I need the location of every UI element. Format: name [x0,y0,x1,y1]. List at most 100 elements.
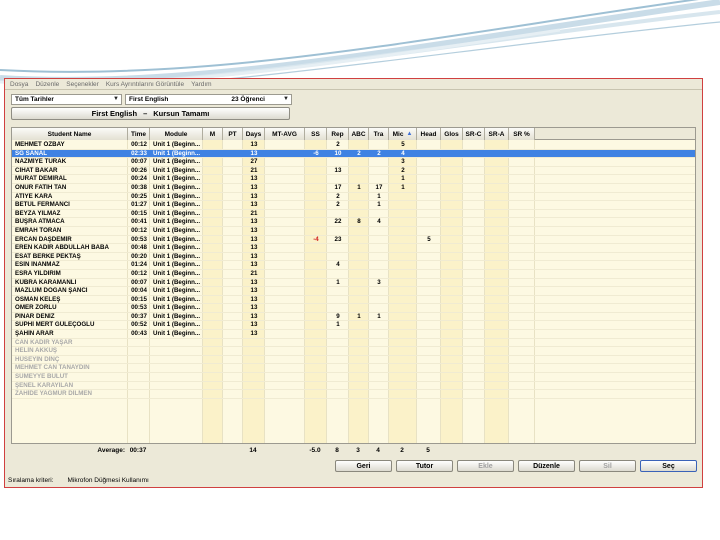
column-header-label: MT-AVG [272,130,297,138]
cell-name: SG SANAL [15,149,47,157]
table-row[interactable]: MURAT DEMİRAL 00:24 Unit 1 (Beginn... 13 1 [12,175,695,184]
chevron-down-icon[interactable]: ▼ [113,96,119,102]
column-header-time[interactable]: Time [128,128,150,140]
button-0[interactable]: Geri [335,460,392,472]
column-header-mic[interactable]: Mic ▲ [389,128,417,140]
column-header-label: Glos [444,130,459,138]
column-header-srp[interactable]: SR % [509,128,535,140]
cell-rep: 10 [334,149,342,157]
column-header-sra[interactable]: SR-A [485,128,509,140]
column-header-label: Tra [373,130,384,138]
cell-time: 00:07 [131,278,147,286]
table-row[interactable]: ZAHİDE YAĞMUR DİLMEN [12,390,695,399]
table-row[interactable]: KÜBRA KARAMANLI 00:07 Unit 1 (Beginn... 13 1… [12,279,695,288]
course-value: First English [129,96,169,103]
menu-item-0[interactable]: Dosya [10,81,28,88]
cell-days: 13 [250,295,258,303]
cell-tra: 4 [377,218,381,226]
cell-rep: 2 [336,192,340,200]
table-row[interactable]: BÜŞRA ATMACA 00:41 Unit 1 (Beginn... 13 22 8 4 [12,218,695,227]
button-2[interactable]: Ekle [457,460,514,472]
cell-module: Unit 1 (Beginn... [153,244,201,252]
table-row[interactable]: BETÜL FERMANCI 01:27 Unit 1 (Beginn... 13 2 1 [12,201,695,210]
date-filter-select[interactable]: Tüm Tarihler ▼ [11,94,122,105]
table-row[interactable]: ERCAN DAŞDEMİR 00:53 Unit 1 (Beginn... 13 -4… [12,236,695,245]
menu-item-2[interactable]: Seçenekler [66,81,99,88]
cell-name: MEHMET ÖZBAY [15,141,65,148]
button-5[interactable]: Seç [640,460,697,472]
sort-ascending-icon: ▲ [406,131,413,137]
cell-name: CAN KADİR YAŞAR [15,338,73,346]
table-row[interactable]: ÖMER ZORLU 00:53 Unit 1 (Beginn... 13 [12,304,695,313]
table-row[interactable]: CİHAT BAKAR 00:26 Unit 1 (Beginn... 21 13 2 [12,167,695,176]
column-header-tra[interactable]: Tra [369,128,389,140]
table-row[interactable]: MEHMET ÖZBAY 00:12 Unit 1 (Beginn... 13 2 5 [12,141,695,150]
column-header-ss[interactable]: SS [305,128,327,140]
button-label: Düzenle [533,462,560,470]
cell-days: 21 [250,166,258,174]
table-row[interactable]: NAZMİYE TURAK 00:07 Unit 1 (Beginn... 27 3 [12,158,695,167]
table-row[interactable]: HÜSEYİN DİNÇ [12,356,695,365]
table-row[interactable]: ESİN İNANMAZ 01:24 Unit 1 (Beginn... 13 4 [12,261,695,270]
cell-rep: 2 [336,201,340,209]
table-row[interactable]: OSMAN KELEŞ 00:15 Unit 1 (Beginn... 13 [12,296,695,305]
table-row[interactable]: HELİN AKKUŞ [12,347,695,356]
cell-name: MAZLUM DOĞAN ŞANCI [15,287,88,295]
decorative-wave-header [0,0,720,89]
table-row[interactable]: CAN KADİR YAŞAR [12,339,695,348]
table-row[interactable]: SUPHİ MERT GÜLEÇOĞLU 00:52 Unit 1 (Beginn.… [12,321,695,331]
table-row[interactable]: SG SANAL 02:33 Unit 1 (Beginn... 13 -6 10 2 2 4 [12,149,695,159]
button-4[interactable]: Sil [579,460,636,472]
column-header-head[interactable]: Head [417,128,441,140]
column-header-glos[interactable]: Glos [441,128,463,140]
cell-days: 13 [250,175,258,183]
menu-item-1[interactable]: Düzenle [35,81,59,88]
table-row[interactable]: BEYZA YILMAZ 00:15 Unit 1 (Beginn... 21 [12,210,695,219]
table-row[interactable]: ESAT BERKE PEKTAŞ 00:20 Unit 1 (Beginn... 1… [12,253,695,262]
column-header-rep[interactable]: Rep [327,128,349,140]
column-header-label: SS [311,130,320,138]
button-1[interactable]: Tutor [396,460,453,472]
column-header-label: SR-C [465,130,482,138]
course-select[interactable]: First English 23 Öğrenci ▼ [125,94,292,105]
column-header-src[interactable]: SR-C [463,128,485,140]
column-header-label: PT [228,130,237,138]
chevron-down-icon[interactable]: ▼ [283,96,289,102]
cell-mic: 1 [401,175,405,183]
table-row[interactable]: ŞENEL KARAYILAN [12,382,695,391]
table-row[interactable]: MEHMET CAN TANAYDIN [12,364,695,374]
table-row[interactable]: ONUR FATİH TAN 00:38 Unit 1 (Beginn... 13 17… [12,184,695,193]
column-header-abc[interactable]: ABC [349,128,369,140]
cell-name: KÜBRA KARAMANLI [15,278,77,286]
table-row[interactable]: ŞAHİN ARAR 00:43 Unit 1 (Beginn... 13 [12,330,695,339]
column-header-m[interactable]: M [203,128,223,140]
cell-days: 13 [250,149,258,157]
column-header-module[interactable]: Module [150,128,203,140]
menu-item-4[interactable]: Yardım [191,81,211,88]
cell-days: 13 [250,226,258,234]
menu-item-3[interactable]: Kurs Ayrıntılarını Görüntüle [106,81,184,88]
cell-time: 01:24 [131,261,147,269]
cell-module: Unit 1 (Beginn... [153,226,201,234]
cell-module: Unit 1 (Beginn... [153,141,201,148]
column-header-pt[interactable]: PT [223,128,243,140]
table-row[interactable]: SÜMEYYE BULUT [12,373,695,382]
table-row[interactable]: EMRAH TORAN 00:12 Unit 1 (Beginn... 13 [12,227,695,236]
table-row[interactable]: ESRA YILDIRIM 00:12 Unit 1 (Beginn... 21 [12,270,695,279]
student-results-table[interactable]: Student Name Time Module M PT Days MT-AVG SS Rep… [11,127,696,444]
cell-days: 13 [250,304,258,312]
cell-name: MURAT DEMİRAL [15,175,67,183]
table-row[interactable]: PINAR DENİZ 00:37 Unit 1 (Beginn... 13 9 1 1 [12,313,695,322]
course-scope-button[interactable]: First English – Kursun Tamamı [11,107,290,120]
table-row[interactable]: MAZLUM DOĞAN ŞANCI 00:04 Unit 1 (Beginn...… [12,287,695,296]
cell-days: 13 [250,201,258,209]
button-3[interactable]: Düzenle [518,460,575,472]
table-row[interactable]: ATİYE KARA 00:25 Unit 1 (Beginn... 13 2 1 [12,193,695,202]
column-header-days[interactable]: Days [243,128,265,140]
cell-days: 13 [250,218,258,226]
cell-time: 00:12 [131,141,147,148]
column-header-mtavg[interactable]: MT-AVG [265,128,305,140]
table-row[interactable]: EREN KADİR ABDULLAH BABA 00:48 Unit 1 (Beg… [12,244,695,253]
column-header-name[interactable]: Student Name [12,128,128,140]
cell-name: ONUR FATİH TAN [15,183,67,191]
